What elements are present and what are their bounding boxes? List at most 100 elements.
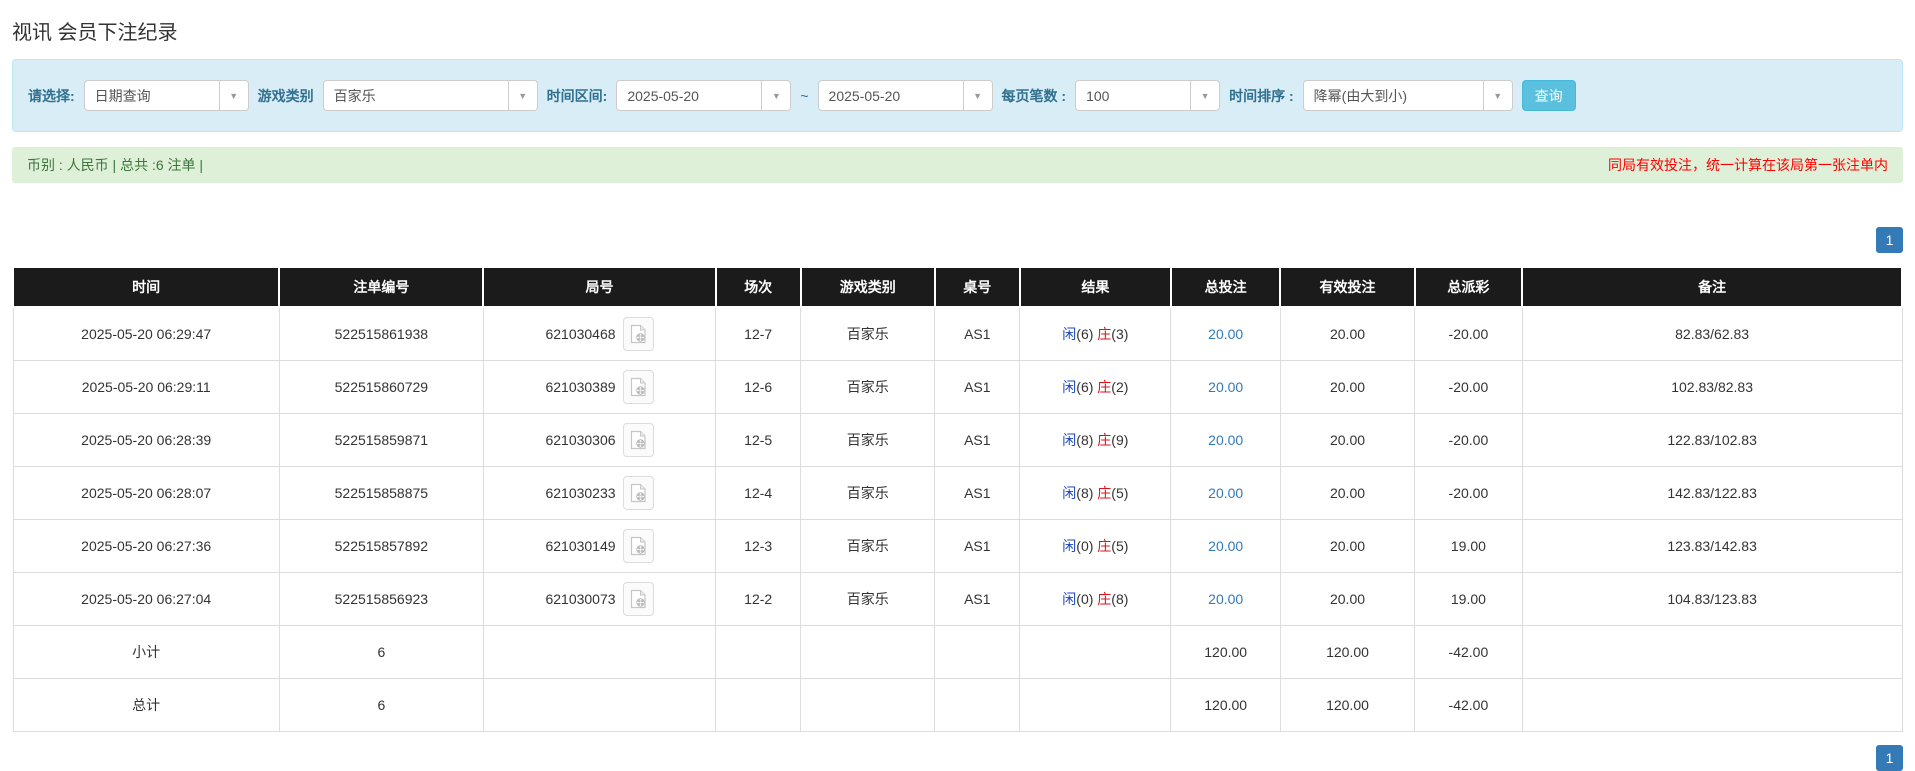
result-player-label: 闲 bbox=[1062, 538, 1076, 554]
cell-time: 2025-05-20 06:29:47 bbox=[13, 307, 279, 360]
cell-table-no: AS1 bbox=[935, 466, 1020, 519]
table-row: 2025-05-20 06:28:39522515859871621030306… bbox=[13, 413, 1902, 466]
cell-empty bbox=[935, 625, 1020, 678]
chevron-down-icon: ▼ bbox=[219, 81, 248, 110]
result-banker-label: 庄 bbox=[1097, 591, 1111, 607]
sort-order-label: 时间排序 : bbox=[1229, 86, 1294, 106]
result-player-label: 闲 bbox=[1062, 379, 1076, 395]
cell-table-no: AS1 bbox=[935, 307, 1020, 360]
cell-game-type: 百家乐 bbox=[801, 572, 935, 625]
sort-order-value: 降幂(由大到小) bbox=[1304, 81, 1483, 110]
cell-empty bbox=[1522, 678, 1902, 731]
total-bet-link[interactable]: 20.00 bbox=[1208, 379, 1243, 395]
cell-total-bet[interactable]: 20.00 bbox=[1171, 519, 1281, 572]
cell-payout: -20.00 bbox=[1415, 360, 1523, 413]
cell-valid-bet: 120.00 bbox=[1280, 625, 1414, 678]
column-header-10: 备注 bbox=[1522, 267, 1902, 307]
cell-empty bbox=[716, 625, 801, 678]
table-row: 2025-05-20 06:28:07522515858875621030233… bbox=[13, 466, 1902, 519]
total-bet-link[interactable]: 20.00 bbox=[1208, 538, 1243, 554]
cell-session: 12-4 bbox=[716, 466, 801, 519]
cell-total-bet[interactable]: 20.00 bbox=[1171, 360, 1281, 413]
total-bet-link[interactable]: 20.00 bbox=[1208, 432, 1243, 448]
column-header-7: 总投注 bbox=[1171, 267, 1281, 307]
page-size-select[interactable]: 100 ▼ bbox=[1075, 80, 1220, 111]
cell-session: 12-3 bbox=[716, 519, 801, 572]
video-replay-button[interactable] bbox=[623, 423, 654, 457]
pagination-bottom: 1 bbox=[12, 745, 1903, 771]
range-separator: ~ bbox=[800, 88, 808, 104]
column-header-3: 场次 bbox=[716, 267, 801, 307]
cell-empty bbox=[716, 678, 801, 731]
cell-valid-bet: 20.00 bbox=[1280, 307, 1414, 360]
video-replay-button[interactable] bbox=[623, 476, 654, 510]
cell-result: 闲(0) 庄(5) bbox=[1020, 519, 1171, 572]
table-row: 2025-05-20 06:27:04522515856923621030073… bbox=[13, 572, 1902, 625]
cell-empty bbox=[1020, 678, 1171, 731]
cell-empty bbox=[483, 625, 715, 678]
chevron-down-icon: ▼ bbox=[761, 81, 790, 110]
round-id-text: 621030073 bbox=[545, 591, 615, 607]
date-to-select[interactable]: 2025-05-20 ▼ bbox=[818, 80, 993, 111]
page-1-button[interactable]: 1 bbox=[1876, 745, 1903, 771]
result-banker-value: (2) bbox=[1111, 379, 1128, 395]
cell-empty bbox=[801, 678, 935, 731]
cell-total-bet[interactable]: 20.00 bbox=[1171, 307, 1281, 360]
round-id-group: 621030389 bbox=[488, 370, 711, 404]
video-replay-icon bbox=[630, 589, 647, 609]
cell-table-no: AS1 bbox=[935, 413, 1020, 466]
subtotal-row: 小计6120.00120.00-42.00 bbox=[13, 625, 1902, 678]
cell-remark: 122.83/102.83 bbox=[1522, 413, 1902, 466]
cell-total-bet[interactable]: 20.00 bbox=[1171, 572, 1281, 625]
page-1-button[interactable]: 1 bbox=[1876, 227, 1903, 253]
cell-total-bet[interactable]: 20.00 bbox=[1171, 466, 1281, 519]
cell-session: 12-5 bbox=[716, 413, 801, 466]
cell-payout: -42.00 bbox=[1415, 678, 1523, 731]
video-replay-button[interactable] bbox=[623, 529, 654, 563]
total-bet-link[interactable]: 20.00 bbox=[1208, 485, 1243, 501]
video-replay-icon bbox=[630, 430, 647, 450]
game-category-label: 游戏类别 bbox=[258, 86, 314, 106]
round-id-text: 621030149 bbox=[545, 538, 615, 554]
column-header-5: 桌号 bbox=[935, 267, 1020, 307]
video-replay-icon bbox=[630, 377, 647, 397]
cell-round-id: 621030306 bbox=[483, 413, 715, 466]
video-replay-icon bbox=[630, 483, 647, 503]
total-bet-link[interactable]: 20.00 bbox=[1208, 326, 1243, 342]
table-header: 时间注单编号局号场次游戏类别桌号结果总投注有效投注总派彩备注 bbox=[13, 267, 1902, 307]
video-replay-button[interactable] bbox=[623, 370, 654, 404]
round-id-text: 621030468 bbox=[545, 326, 615, 342]
total-bet-link[interactable]: 20.00 bbox=[1208, 591, 1243, 607]
sort-order-select[interactable]: 降幂(由大到小) ▼ bbox=[1303, 80, 1513, 111]
game-category-select[interactable]: 百家乐 ▼ bbox=[323, 80, 538, 111]
cell-total-bet[interactable]: 20.00 bbox=[1171, 413, 1281, 466]
result-banker-value: (3) bbox=[1111, 326, 1128, 342]
query-type-label: 请选择: bbox=[28, 86, 75, 106]
cell-valid-bet: 120.00 bbox=[1280, 678, 1414, 731]
result-banker-value: (5) bbox=[1111, 485, 1128, 501]
cell-game-type: 百家乐 bbox=[801, 519, 935, 572]
result-banker-label: 庄 bbox=[1097, 326, 1111, 342]
cell-payout: -20.00 bbox=[1415, 307, 1523, 360]
page-title: 视讯 会员下注纪录 bbox=[12, 16, 1903, 45]
query-type-select[interactable]: 日期查询 ▼ bbox=[84, 80, 249, 111]
cell-label: 小计 bbox=[13, 625, 279, 678]
cell-payout: 19.00 bbox=[1415, 572, 1523, 625]
search-button[interactable]: 查询 bbox=[1522, 80, 1576, 111]
cell-game-type: 百家乐 bbox=[801, 466, 935, 519]
video-replay-button[interactable] bbox=[623, 317, 654, 351]
pagination-top: 1 bbox=[12, 227, 1903, 253]
video-replay-button[interactable] bbox=[623, 582, 654, 616]
cell-remark: 123.83/142.83 bbox=[1522, 519, 1902, 572]
cell-result: 闲(8) 庄(5) bbox=[1020, 466, 1171, 519]
cell-table-no: AS1 bbox=[935, 519, 1020, 572]
column-header-1: 注单编号 bbox=[279, 267, 483, 307]
summary-right-note: 同局有效投注，统一计算在该局第一张注单内 bbox=[1608, 155, 1888, 175]
result-banker-label: 庄 bbox=[1097, 538, 1111, 554]
date-from-select[interactable]: 2025-05-20 ▼ bbox=[616, 80, 791, 111]
result-player-value: (6) bbox=[1076, 326, 1093, 342]
cell-time: 2025-05-20 06:27:36 bbox=[13, 519, 279, 572]
video-replay-icon bbox=[630, 536, 647, 556]
round-id-group: 621030149 bbox=[488, 529, 711, 563]
page-container: 视讯 会员下注纪录 请选择: 日期查询 ▼ 游戏类别 百家乐 ▼ 时间区间: 2… bbox=[0, 0, 1915, 771]
